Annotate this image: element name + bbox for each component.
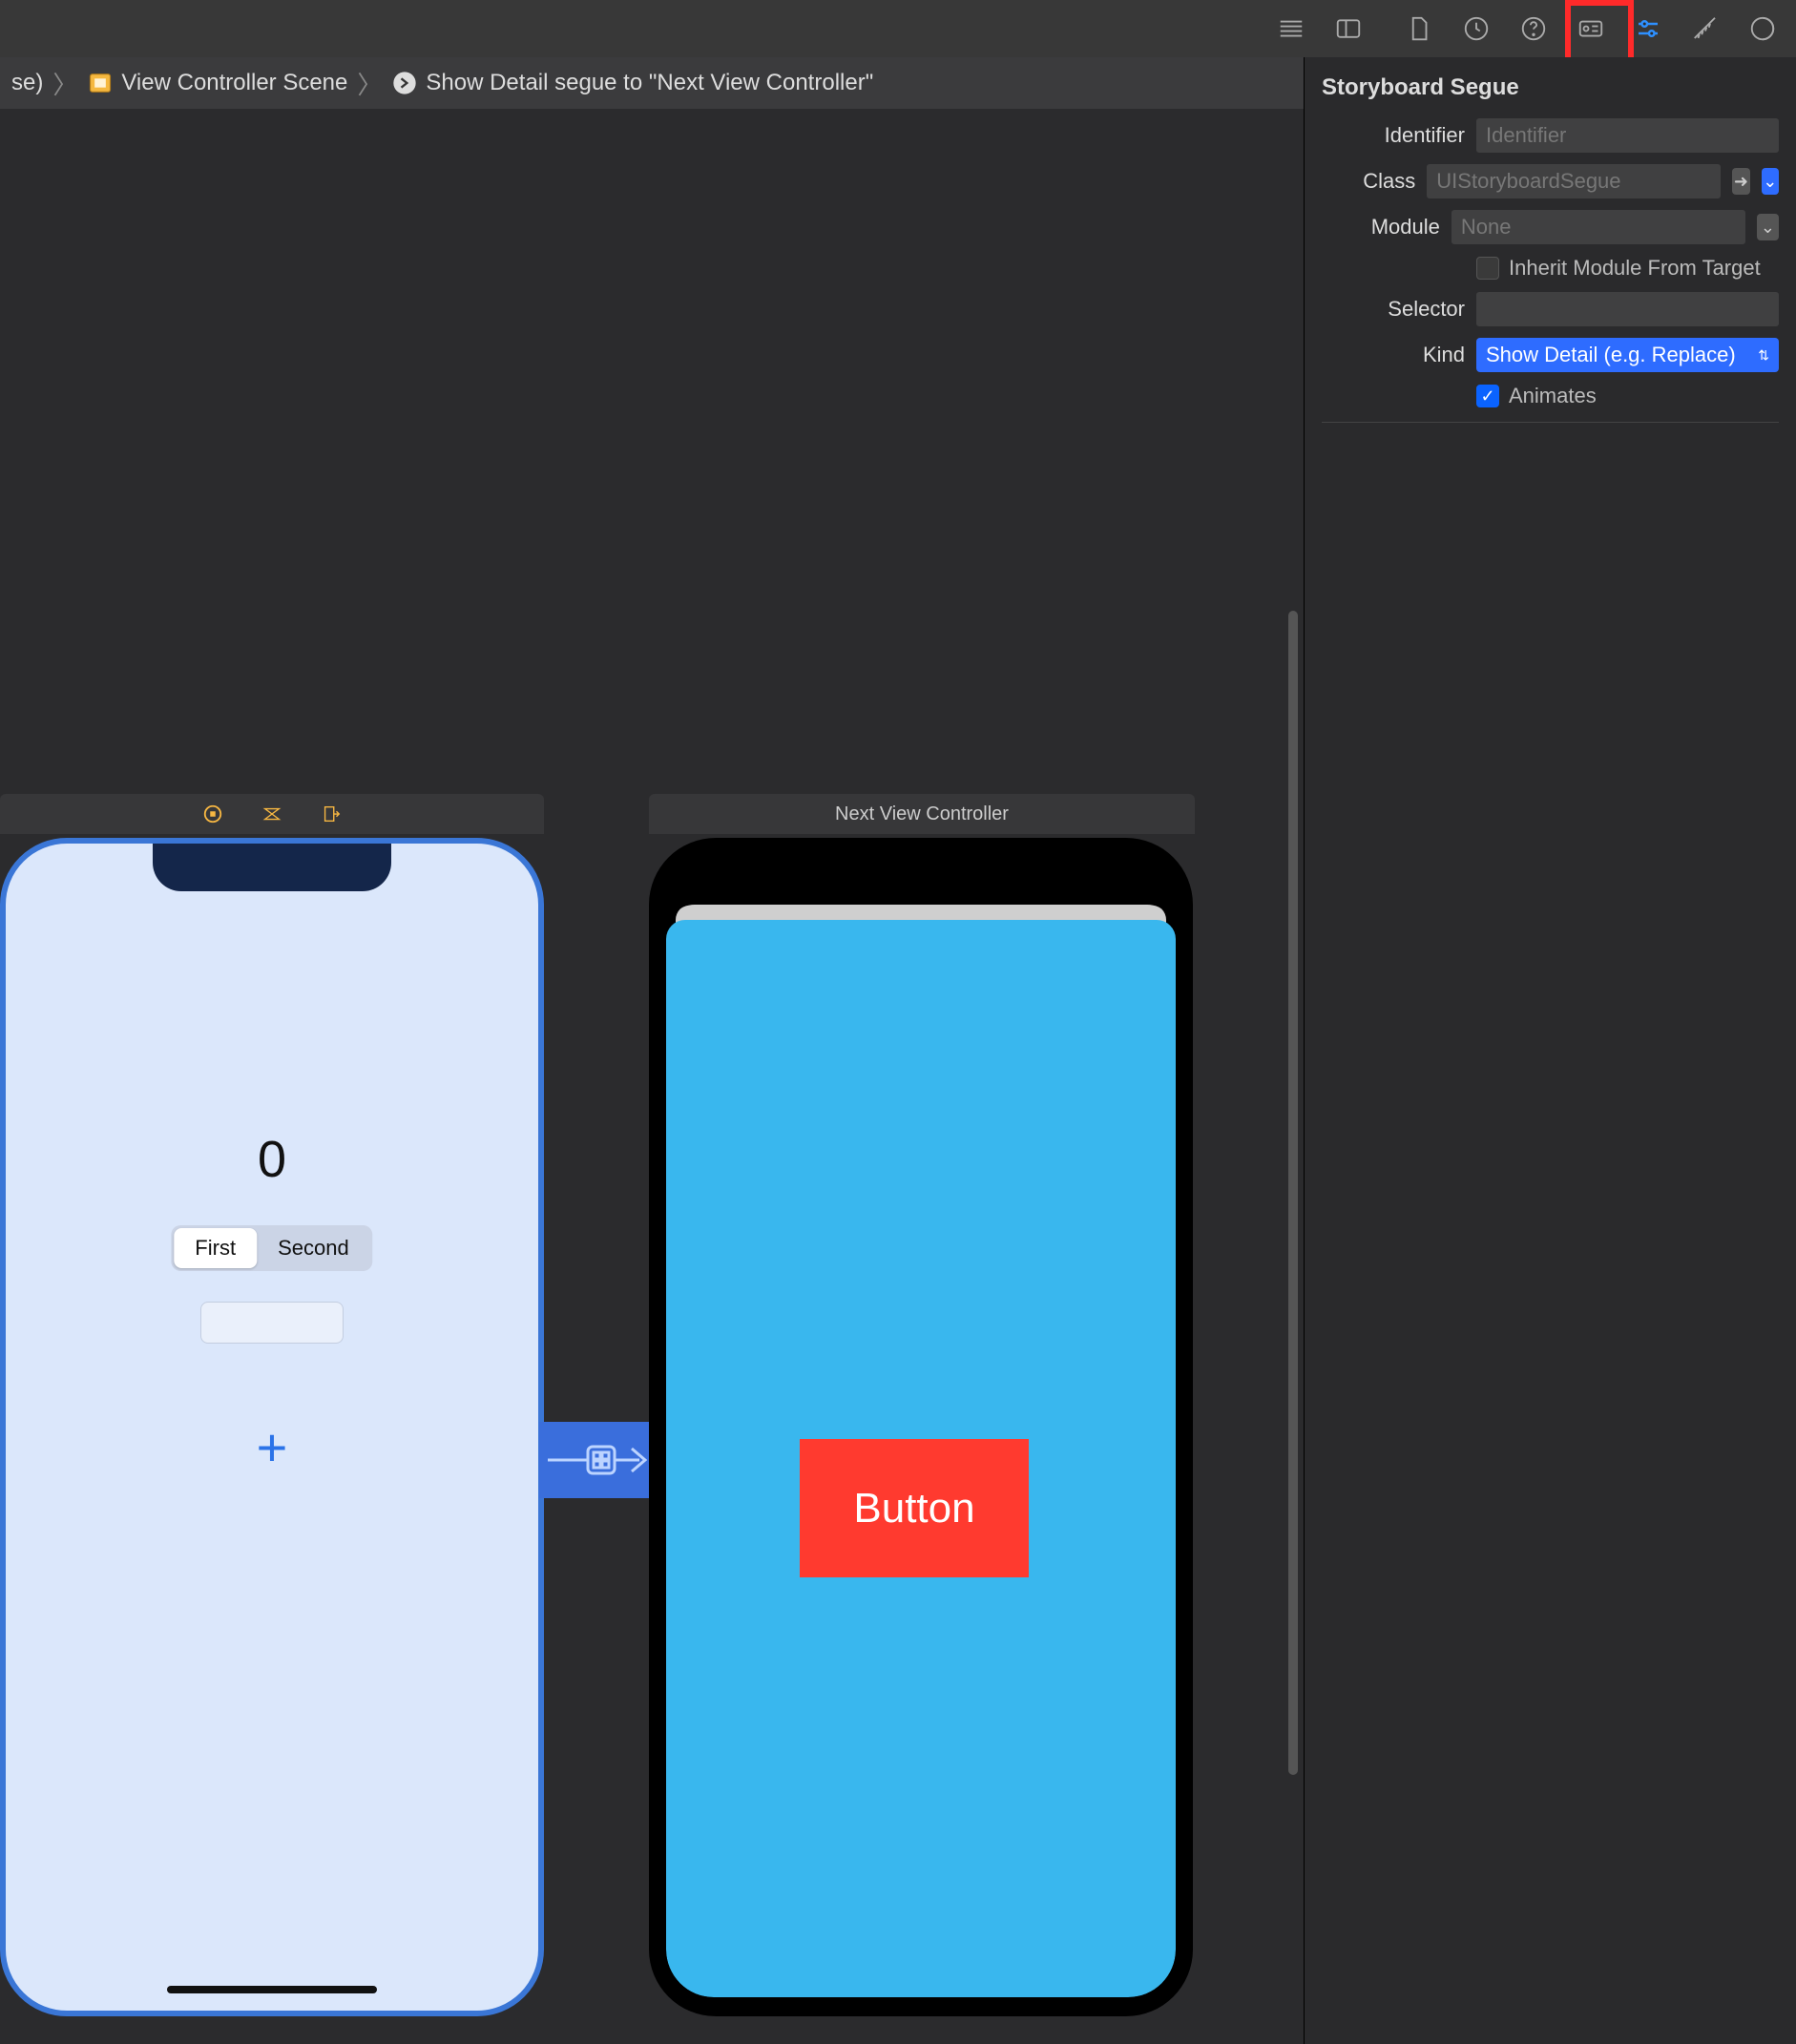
scene-title-next: Next View Controller: [835, 803, 1009, 825]
class-label: Class: [1322, 169, 1415, 194]
class-input[interactable]: [1427, 164, 1721, 198]
justify-icon[interactable]: [1275, 12, 1307, 45]
chevron-right-icon: 〉: [357, 66, 382, 101]
segment-second[interactable]: Second: [257, 1228, 370, 1268]
add-button[interactable]: +: [257, 1416, 288, 1478]
kind-value: Show Detail (e.g. Replace): [1486, 343, 1736, 367]
inherit-module-label: Inherit Module From Target: [1509, 256, 1761, 281]
presented-sheet: Button: [666, 905, 1176, 1997]
module-row: Module ⌄: [1322, 210, 1779, 244]
module-dropdown-icon[interactable]: ⌄: [1757, 214, 1779, 240]
identity-inspector-icon[interactable]: [1575, 12, 1607, 45]
canvas-scrollbar[interactable]: [1288, 611, 1298, 1775]
class-row: Class ➜ ⌄: [1322, 164, 1779, 198]
breadcrumb-prev-fragment[interactable]: se): [11, 70, 43, 96]
editor-top-toolbar: [0, 0, 1796, 57]
class-dropdown-icon[interactable]: ⌄: [1762, 168, 1779, 195]
phone-notch: [153, 844, 391, 891]
vc-owner-icon[interactable]: [202, 803, 223, 824]
kind-row: Kind Show Detail (e.g. Replace) ⇅: [1322, 338, 1779, 372]
history-inspector-icon[interactable]: [1460, 12, 1493, 45]
segment-first[interactable]: First: [174, 1228, 257, 1268]
size-inspector-icon[interactable]: [1689, 12, 1722, 45]
view-controller-preview[interactable]: 0 First Second +: [0, 838, 544, 2016]
help-inspector-icon[interactable]: [1517, 12, 1550, 45]
inherit-module-checkbox[interactable]: [1476, 257, 1499, 280]
home-indicator: [167, 1986, 377, 1993]
storyboard-scene-icon: [87, 70, 114, 96]
segue-breadcrumb-icon: [391, 70, 418, 96]
segmented-control[interactable]: First Second: [171, 1225, 372, 1271]
button[interactable]: Button: [800, 1439, 1029, 1577]
animates-row[interactable]: ✓ Animates: [1476, 384, 1779, 408]
text-field[interactable]: [200, 1302, 344, 1344]
breadcrumb-scene[interactable]: View Controller Scene: [121, 70, 347, 96]
file-inspector-icon[interactable]: [1403, 12, 1435, 45]
breadcrumb-segue[interactable]: Show Detail segue to "Next View Controll…: [426, 70, 873, 96]
inspector-divider: [1322, 422, 1779, 423]
animates-checkbox[interactable]: ✓: [1476, 385, 1499, 407]
selector-row: Selector: [1322, 292, 1779, 326]
attributes-inspector-panel: Storyboard Segue Identifier Class ➜ ⌄ Mo…: [1304, 57, 1796, 2044]
selector-input[interactable]: [1476, 292, 1779, 326]
counter-label: 0: [258, 1130, 286, 1189]
connections-inspector-icon[interactable]: [1746, 12, 1779, 45]
chevron-updown-icon: ⇅: [1758, 347, 1769, 364]
kind-label: Kind: [1322, 343, 1465, 367]
animates-label: Animates: [1509, 384, 1597, 408]
exit-icon[interactable]: [321, 803, 342, 824]
module-input[interactable]: [1451, 210, 1745, 244]
module-label: Module: [1322, 215, 1440, 240]
first-responder-icon[interactable]: [261, 803, 282, 824]
scene-bar-next-vc[interactable]: Next View Controller: [649, 794, 1195, 834]
kind-select[interactable]: Show Detail (e.g. Replace) ⇅: [1476, 338, 1779, 372]
attributes-inspector-icon[interactable]: [1632, 12, 1664, 45]
class-jump-icon[interactable]: ➜: [1732, 168, 1749, 195]
inherit-module-row[interactable]: Inherit Module From Target: [1476, 256, 1779, 281]
inspector-section-title: Storyboard Segue: [1322, 74, 1779, 101]
segue-indicator[interactable]: [539, 1422, 654, 1498]
panel-toggle-icon[interactable]: [1332, 12, 1365, 45]
identifier-label: Identifier: [1322, 123, 1465, 148]
selector-label: Selector: [1322, 297, 1465, 322]
identifier-input[interactable]: [1476, 118, 1779, 153]
scene-bar-view-controller[interactable]: [0, 794, 544, 834]
phone-notch: [802, 838, 1040, 886]
next-view-controller-preview[interactable]: Button: [649, 838, 1193, 2016]
chevron-right-icon: 〉: [52, 66, 77, 101]
identifier-row: Identifier: [1322, 118, 1779, 153]
